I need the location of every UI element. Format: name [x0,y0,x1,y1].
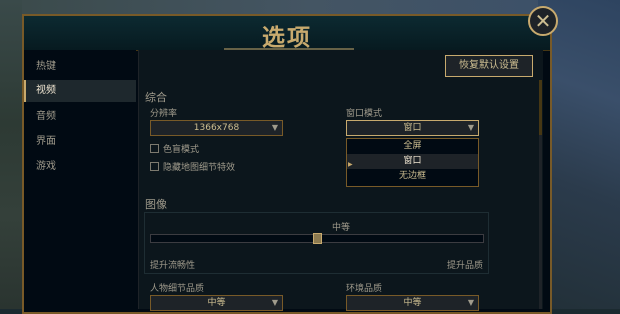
environment-quality-value: 中等 [403,298,422,308]
close-icon: ✕ [534,9,552,33]
checkbox-box[interactable] [150,162,159,171]
dialog-header: 选项 [24,16,550,51]
graphics-quality-slider-handle[interactable] [312,233,322,244]
window-mode-option-borderless[interactable]: 无边框 [347,169,478,184]
sidebar-item-video[interactable]: 视频 [24,80,136,102]
close-button[interactable]: ✕ [528,6,558,36]
restore-defaults-button[interactable]: 恢复默认设置 [445,55,533,77]
character-quality-label: 人物细节品质 [150,284,205,294]
background-scenery-left [0,0,22,309]
graphics-quality-value: 中等 [331,223,350,233]
window-mode-dropdown: 全屏 ▶ 窗口 无边框 [346,138,479,187]
chevron-down-icon: ▼ [271,298,278,307]
checkbox-box[interactable] [150,144,159,153]
window-mode-label: 窗口模式 [346,109,383,119]
slider-min-label: 提升流畅性 [150,261,196,271]
environment-quality-label: 环境品质 [346,284,383,294]
sidebar-item-audio[interactable]: 音频 [24,106,136,128]
window-mode-value: 窗口 [403,123,422,133]
graphics-section-title: 图像 [145,198,167,211]
colorblind-mode-checkbox[interactable]: 色盲模式 [150,142,199,155]
sidebar-item-interface[interactable]: 界面 [24,131,136,153]
sidebar-item-hotkeys[interactable]: 热键 [24,56,136,78]
video-settings-panel: 恢复默认设置 综合 分辨率 1366x768 ▼ 窗口模式 窗口 ▼ 色盲模式 … [138,50,543,311]
sidebar-item-game[interactable]: 游戏 [24,156,136,178]
resolution-label: 分辨率 [150,109,178,119]
chevron-down-icon: ▼ [467,123,474,132]
window-mode-option-windowed-label: 窗口 [403,156,422,166]
resolution-value: 1366x768 [193,123,240,133]
window-mode-select[interactable]: 窗口 ▼ [346,120,479,136]
window-mode-option-fullscreen[interactable]: 全屏 [347,139,478,154]
chevron-down-icon: ▼ [467,298,474,307]
slider-max-label: 提升品质 [446,261,483,271]
colorblind-mode-label: 色盲模式 [163,145,200,155]
character-quality-value: 中等 [207,298,226,308]
hide-map-effects-checkbox[interactable]: 隐藏地图细节特效 [150,160,235,173]
sidebar: 热键 视频 音频 界面 游戏 [24,50,136,309]
window-mode-option-windowed[interactable]: ▶ 窗口 [347,154,478,169]
resolution-select[interactable]: 1366x768 ▼ [150,120,283,136]
general-section-title: 综合 [145,91,167,104]
scrollbar-thumb[interactable] [539,80,542,135]
hide-map-effects-label: 隐藏地图细节特效 [163,163,236,173]
dialog-title: 选项 [262,24,312,51]
chevron-down-icon: ▼ [271,123,278,132]
